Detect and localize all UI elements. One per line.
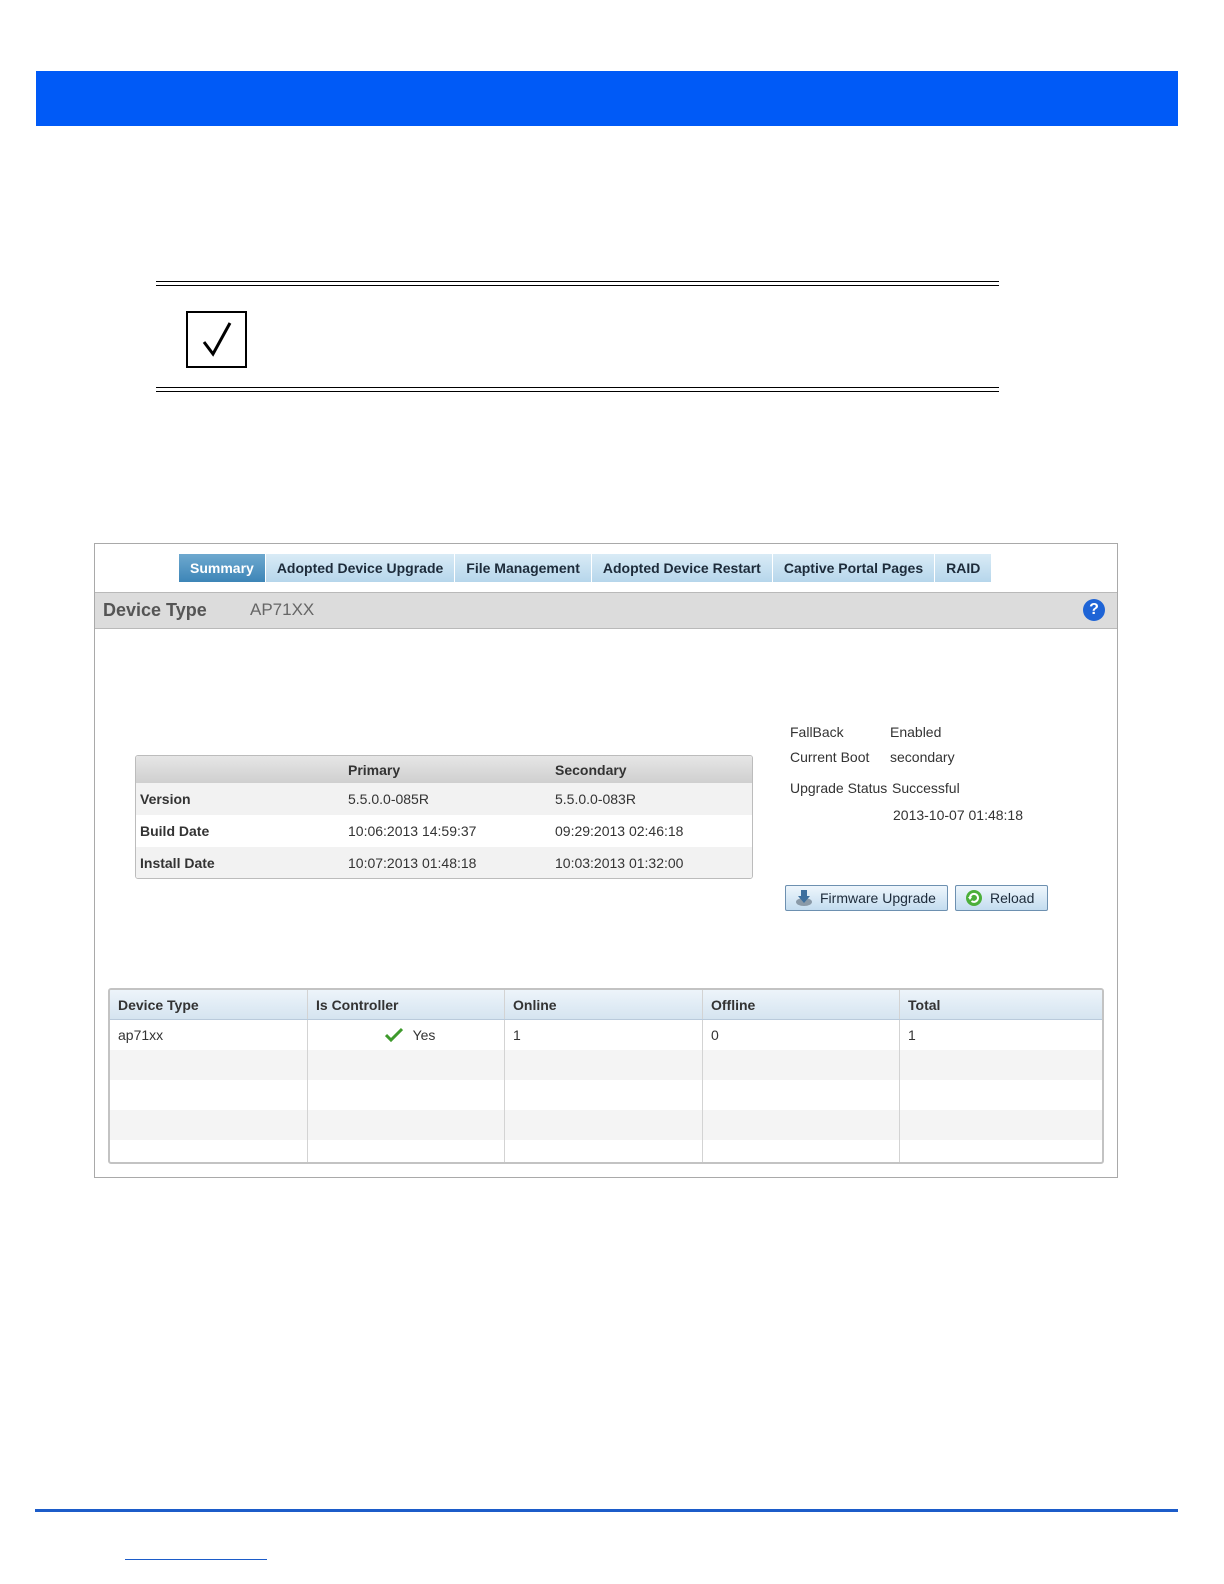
table-row-empty: [110, 1140, 1102, 1162]
device-summary-table: Device Type Is Controller Online Offline…: [108, 988, 1104, 1164]
firmware-row-label: Install Date: [140, 855, 215, 871]
upgrade-status-label: Upgrade Status: [790, 780, 888, 796]
tab-summary[interactable]: Summary: [179, 554, 266, 582]
empty-cell: [505, 1110, 703, 1140]
note-bottom-rule: [156, 387, 999, 392]
device-type-label: Device Type: [103, 600, 207, 620]
empty-cell: [900, 1050, 1102, 1080]
note-callout: [156, 281, 999, 393]
current-boot-value: secondary: [890, 749, 955, 765]
empty-cell: [308, 1080, 505, 1110]
header-banner: [36, 71, 1178, 126]
device-type-bar: Device Type AP71XX ?: [95, 592, 1117, 629]
firmware-row-build-date: Build Date 10:06:2013 14:59:37 09:29:201…: [136, 815, 752, 847]
tab-adopted-device-upgrade[interactable]: Adopted Device Upgrade: [265, 554, 456, 582]
upgrade-status-value: Successful: [892, 780, 960, 796]
empty-cell: [703, 1080, 900, 1110]
checkmark-note-icon: [186, 311, 247, 368]
firmware-secondary-value: 5.5.0.0-083R: [555, 791, 636, 807]
table-row[interactable]: ap71xx Yes 1 0 1: [110, 1020, 1102, 1050]
device-type-value: AP71XX: [250, 600, 315, 619]
reload-button[interactable]: Reload: [955, 885, 1048, 911]
tab-file-management[interactable]: File Management: [455, 554, 592, 582]
online-cell: 1: [505, 1020, 703, 1050]
firmware-primary-value: 10:06:2013 14:59:37: [348, 823, 477, 839]
table-row-empty: [110, 1110, 1102, 1140]
firmware-header-secondary: Secondary: [555, 761, 627, 778]
total-cell: 1: [908, 1027, 916, 1043]
firmware-table-header: Primary Secondary: [136, 756, 752, 783]
checkmark-icon: [202, 321, 231, 357]
empty-cell: [110, 1080, 308, 1110]
current-boot-label: Current Boot: [790, 749, 870, 765]
table-row-empty: [110, 1050, 1102, 1080]
table-row-empty: [110, 1080, 1102, 1110]
note-top-rule: [156, 281, 999, 286]
empty-cell: [505, 1080, 703, 1110]
tab-adopted-device-restart[interactable]: Adopted Device Restart: [591, 554, 773, 582]
empty-cell: [900, 1110, 1102, 1140]
empty-cell: [703, 1050, 900, 1080]
is-controller-cell: Yes: [308, 1020, 505, 1050]
header-device-type[interactable]: Device Type: [110, 990, 308, 1019]
header-is-controller[interactable]: Is Controller: [308, 990, 505, 1019]
firmware-header-primary: Primary: [348, 761, 401, 778]
download-icon: [794, 888, 814, 908]
tab-captive-portal-pages[interactable]: Captive Portal Pages: [772, 554, 936, 582]
firmware-secondary-value: 10:03:2013 01:32:00: [555, 855, 684, 871]
empty-cell: [505, 1140, 703, 1162]
empty-cell: [110, 1110, 308, 1140]
tab-bar: Summary Adopted Device Upgrade File Mana…: [179, 554, 993, 582]
firmware-row-version: Version 5.5.0.0-085R 5.5.0.0-083R: [136, 783, 752, 815]
fallback-label: FallBack: [790, 724, 844, 740]
offline-cell: 0: [703, 1020, 900, 1050]
footer-link-underline: [125, 1559, 267, 1560]
firmware-row-label: Build Date: [140, 823, 210, 839]
firmware-row-install-date: Install Date 10:07:2013 01:48:18 10:03:2…: [136, 847, 752, 878]
firmware-upgrade-button[interactable]: Firmware Upgrade: [785, 885, 948, 911]
empty-cell: [505, 1050, 703, 1080]
empty-cell: [900, 1140, 1102, 1162]
empty-cell: [900, 1080, 1102, 1110]
empty-cell: [703, 1110, 900, 1140]
footer-rule: [35, 1509, 1178, 1512]
help-icon[interactable]: ?: [1083, 599, 1105, 621]
is-controller-value: Yes: [412, 1027, 436, 1043]
firmware-upgrade-label: Firmware Upgrade: [820, 890, 936, 906]
header-offline[interactable]: Offline: [703, 990, 900, 1019]
header-total[interactable]: Total: [900, 990, 1102, 1019]
device-table-header: Device Type Is Controller Online Offline…: [110, 990, 1102, 1020]
header-online[interactable]: Online: [505, 990, 703, 1019]
reload-label: Reload: [990, 890, 1035, 906]
empty-cell: [308, 1140, 505, 1162]
device-type-cell: ap71xx: [110, 1020, 308, 1050]
fallback-value: Enabled: [890, 724, 942, 740]
empty-cell: [110, 1050, 308, 1080]
firmware-primary-value: 5.5.0.0-085R: [348, 791, 429, 807]
empty-cell: [110, 1140, 308, 1162]
refresh-icon: [964, 888, 984, 908]
empty-cell: [703, 1140, 900, 1162]
firmware-row-label: Version: [140, 791, 191, 807]
firmware-primary-value: 10:07:2013 01:48:18: [348, 855, 477, 871]
upgrade-time-value: 2013-10-07 01:48:18: [893, 807, 1023, 823]
firmware-table: Primary Secondary Version 5.5.0.0-085R 5…: [135, 755, 753, 879]
check-icon: [384, 1027, 403, 1043]
system-maintenance-panel: Summary Adopted Device Upgrade File Mana…: [94, 543, 1118, 1178]
empty-cell: [308, 1110, 505, 1140]
firmware-secondary-value: 09:29:2013 02:46:18: [555, 823, 684, 839]
empty-cell: [308, 1050, 505, 1080]
tab-raid[interactable]: RAID: [935, 554, 993, 582]
